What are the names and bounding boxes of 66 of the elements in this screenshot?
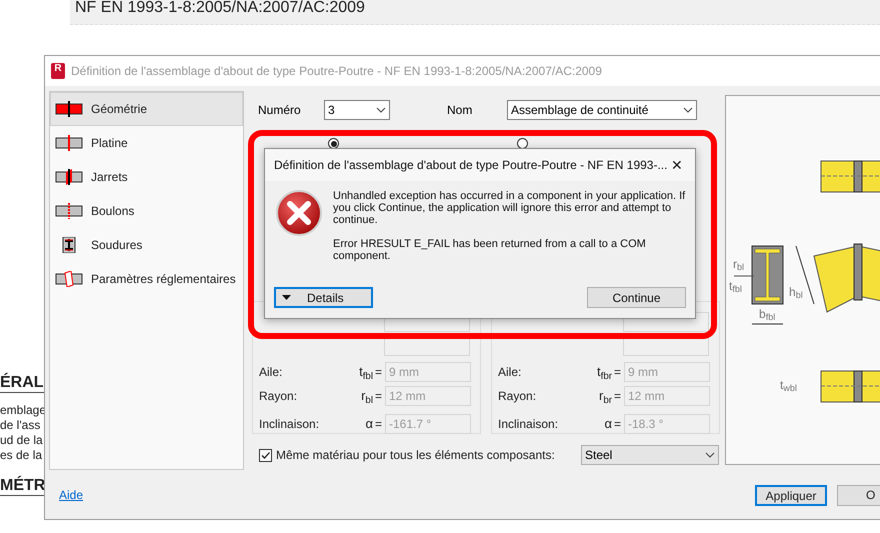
dimension-label: r$_{bl}$	[733, 258, 744, 270]
close-button[interactable]: ✕	[667, 154, 687, 176]
radio-button[interactable]	[328, 138, 339, 149]
dimension-label: t$_{wbl}$	[780, 379, 797, 391]
equals-sign: =	[612, 388, 622, 405]
chevron-down-icon	[683, 107, 693, 113]
continue-button[interactable]: Continue	[587, 287, 686, 308]
nav-item[interactable]: Boulons	[50, 194, 243, 228]
nav-item[interactable]: Platine	[50, 126, 243, 160]
text-line: ud de la	[0, 433, 44, 448]
nav-item[interactable]: Jarrets	[50, 160, 243, 194]
field-label: Rayon:	[498, 388, 538, 405]
details-button[interactable]: Details	[274, 287, 373, 308]
chevron-down-icon	[705, 452, 715, 458]
beam-drawing	[820, 370, 880, 402]
equals-sign: =	[374, 416, 383, 433]
beam-plate-icon	[55, 135, 83, 151]
beam-icon	[55, 101, 83, 117]
symbol-label: t$_{fbr}$	[596, 363, 612, 382]
checkbox-label: Même matériau pour tous les éléments composants:	[276, 447, 556, 464]
dialog-title: Définition de l'assemblage d'about de type Poutre-Poutre - NF EN 1993-...	[274, 157, 668, 174]
field-label: Inclinaison:	[498, 416, 560, 433]
symbol-label: α	[603, 415, 612, 434]
equals-sign: =	[612, 364, 622, 381]
beam-haunch-icon	[55, 169, 83, 185]
symbol-label: t$_{fbl}$	[358, 363, 373, 382]
beam-sheet-icon	[55, 271, 83, 287]
equals-sign: =	[374, 364, 383, 381]
dimension-label: h$_{bl}$	[789, 286, 803, 298]
field-label: Nom	[447, 102, 474, 119]
symbol-label: r$_{bl}$	[360, 387, 373, 406]
name-dropdown[interactable]: Assemblage de continuité	[507, 100, 697, 120]
nav-item[interactable]: Paramètres réglementaires	[50, 262, 243, 296]
field-label: Numéro	[258, 102, 302, 119]
equals-sign: =	[374, 388, 383, 405]
error-icon	[275, 189, 323, 237]
help-link[interactable]: Aide	[59, 486, 84, 504]
symbol-label: r$_{br}$	[598, 387, 612, 406]
app-logo: R	[51, 63, 65, 79]
equals-sign: =	[612, 416, 622, 433]
chevron-down-icon	[376, 107, 386, 113]
nav-item[interactable]: Géométrie	[50, 92, 243, 126]
dimension-label: b$_{fbl}$	[759, 308, 776, 320]
window-title: Définition de l'assemblage d'about de type Poutre-Poutre - NF EN 1993-1-8:2005/NA:2007/AC:2009	[71, 63, 602, 80]
standard-title: NF EN 1993-1-8:2005/NA:2007/AC:2009	[70, 0, 880, 25]
caret-icon	[282, 295, 291, 300]
error-message: Unhandled exception has occurred in a component in your application. If you click Continue, the application will ignore this error and attempt to continue.	[333, 190, 686, 226]
dimension-label: t$_{fbl}$	[729, 280, 742, 292]
text-line: emblage	[0, 403, 44, 418]
text-line: es de la	[0, 448, 44, 463]
checkbox[interactable]	[259, 448, 272, 462]
beam-drawing	[820, 160, 880, 192]
ok-button[interactable]: O	[837, 484, 880, 506]
number-dropdown[interactable]: 3	[324, 100, 390, 120]
symbol-label: α	[364, 415, 373, 434]
material-dropdown[interactable]: Steel	[581, 445, 719, 465]
field-label: Aile:	[498, 364, 522, 381]
field-label: Aile:	[259, 364, 284, 381]
apply-button[interactable]: Appliquer	[755, 484, 828, 506]
radio-button[interactable]	[517, 138, 528, 149]
nav-item[interactable]: Soudures	[50, 228, 243, 262]
beam-bolt-icon	[55, 203, 83, 219]
field-label: Rayon:	[259, 388, 298, 405]
field-label: Inclinaison:	[259, 416, 320, 433]
error-message: Error HRESULT E_FAIL has been returned from a call to a COM component.	[333, 238, 647, 262]
text-line: de l'ass	[0, 418, 42, 433]
